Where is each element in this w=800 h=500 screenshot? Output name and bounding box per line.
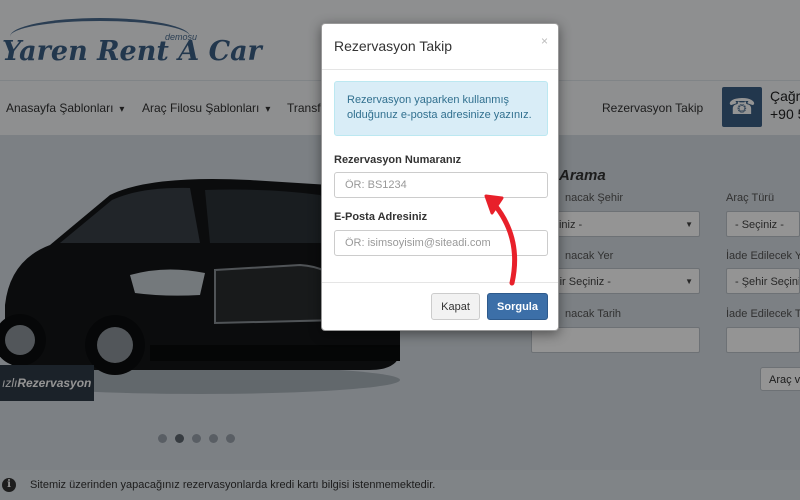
reservation-number-label: Rezervasyon Numaranız — [334, 154, 462, 166]
close-icon[interactable]: × — [541, 34, 548, 48]
close-button[interactable]: Kapat — [431, 293, 480, 320]
annotation-arrow-icon — [484, 194, 518, 286]
modal-header: Rezervasyon Takip × — [322, 24, 558, 70]
modal-title: Rezervasyon Takip — [334, 38, 453, 54]
email-label: E-Posta Adresiniz — [334, 211, 428, 223]
modal-footer: Kapat Sorgula — [322, 282, 558, 333]
info-alert: Rezervasyon yaparken kullanmış olduğunuz… — [334, 81, 548, 136]
query-button[interactable]: Sorgula — [487, 293, 548, 320]
